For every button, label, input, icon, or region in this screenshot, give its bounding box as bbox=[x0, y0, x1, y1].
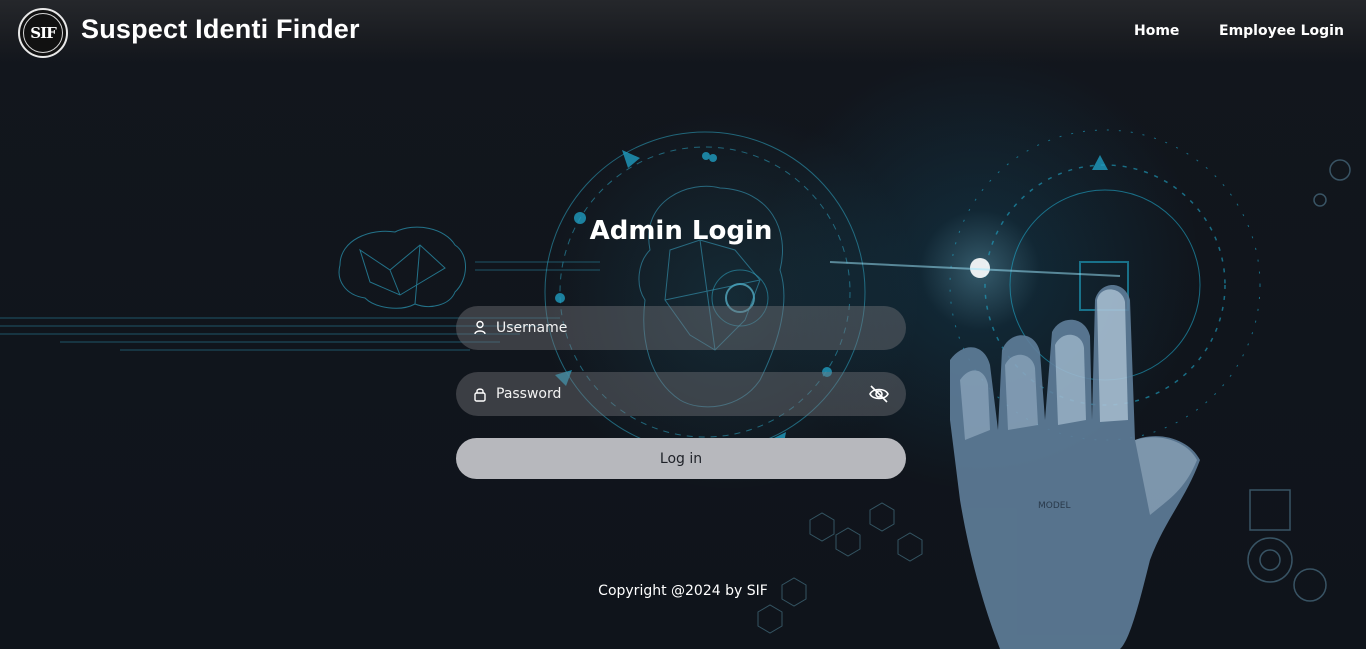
footer-copyright: Copyright @2024 by SIF bbox=[598, 583, 768, 599]
username-field-wrapper bbox=[456, 306, 906, 350]
eye-slash-icon[interactable] bbox=[868, 384, 890, 404]
lock-icon bbox=[474, 388, 486, 402]
top-navbar: SIF Suspect Identi Finder Home Employee … bbox=[0, 0, 1366, 64]
user-icon bbox=[474, 320, 486, 335]
brand-logo[interactable]: SIF bbox=[18, 8, 68, 58]
password-input[interactable] bbox=[496, 372, 866, 416]
svg-text:MODEL: MODEL bbox=[1038, 501, 1070, 511]
login-button[interactable]: Log in bbox=[456, 438, 906, 479]
nav-employee-login-link[interactable]: Employee Login bbox=[1219, 23, 1344, 39]
password-field-wrapper bbox=[456, 372, 906, 416]
username-input[interactable] bbox=[496, 306, 866, 350]
brand-title[interactable]: Suspect Identi Finder bbox=[81, 14, 360, 45]
nav-home-link[interactable]: Home bbox=[1134, 23, 1179, 39]
login-title: Admin Login bbox=[589, 216, 773, 246]
page: MODEL SIF Suspect Identi Finder Home Emp… bbox=[0, 0, 1366, 649]
logo-monogram: SIF bbox=[23, 13, 63, 53]
